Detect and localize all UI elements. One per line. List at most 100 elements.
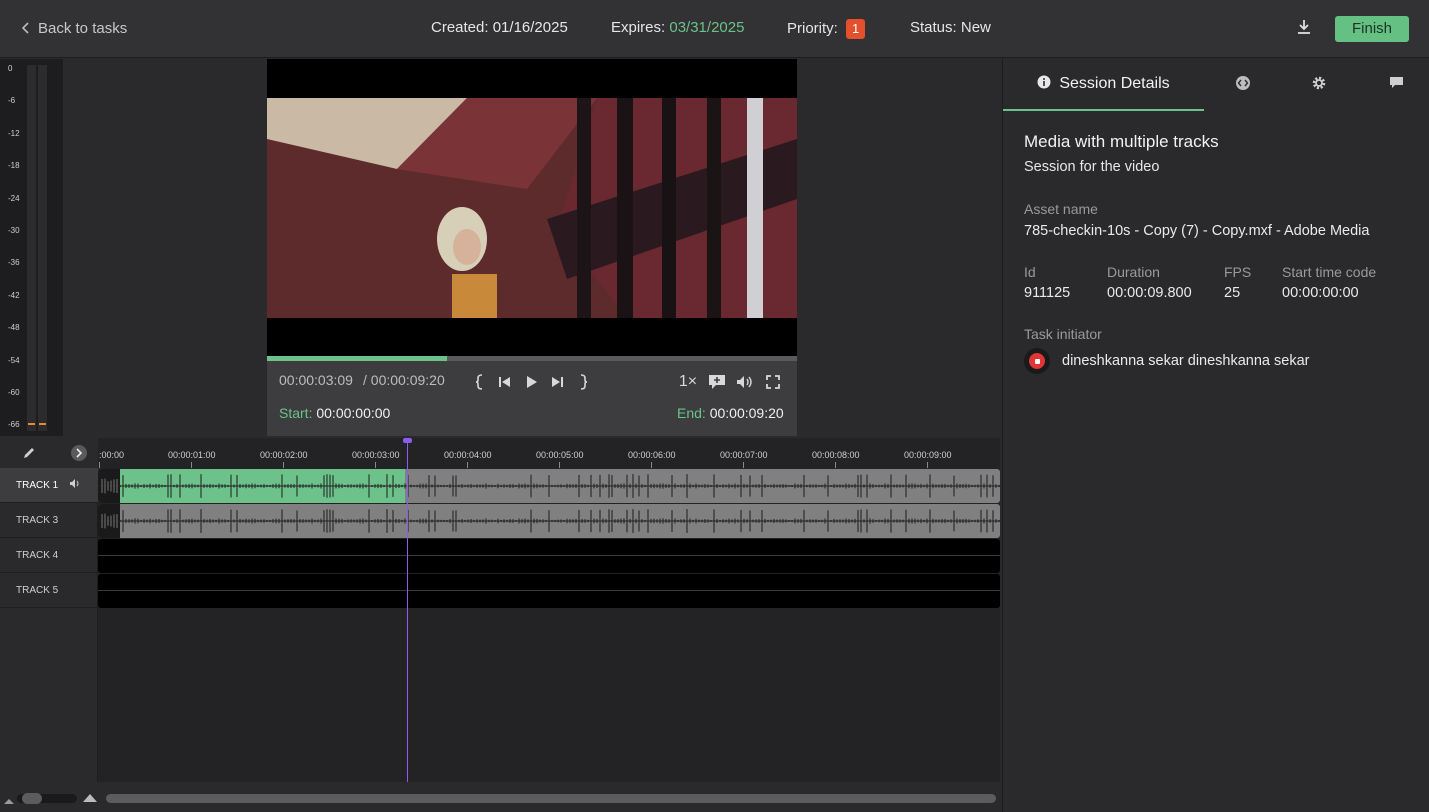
total-time: / 00:00:09:20	[363, 372, 445, 388]
player-controls: 00:00:03:09 / 00:00:09:20 1× Start: 00:0…	[267, 361, 797, 436]
video-frame[interactable]	[267, 59, 797, 357]
fullscreen-icon[interactable]	[764, 373, 782, 391]
horizontal-scrollbar[interactable]	[106, 794, 996, 803]
meter-tick-label: -48	[8, 323, 20, 333]
start-time-code-label: Start time code	[1282, 264, 1377, 280]
status-value: New	[960, 19, 991, 36]
panel-tabs: Session Details	[1003, 59, 1429, 111]
timeline-scroll-area	[0, 782, 1000, 812]
meter-tick-label: -6	[8, 96, 16, 106]
top-bar: Back to tasks Created: 01/16/2025 Expire…	[0, 0, 1429, 58]
ruler-label: 00:00:09:00	[904, 450, 952, 460]
session-subtitle: Session for the video	[1024, 159, 1160, 175]
tab-session-details-label: Session Details	[1059, 75, 1170, 92]
start-marker: Start: 00:00:00:00	[279, 405, 390, 421]
meter-peak	[39, 423, 46, 425]
status-info: Status: New	[910, 19, 991, 36]
gear-icon	[1311, 75, 1327, 96]
playhead[interactable]	[407, 440, 408, 782]
volume-icon[interactable]	[736, 373, 754, 391]
zoom-in-icon[interactable]	[83, 790, 97, 808]
back-to-tasks-link[interactable]: Back to tasks	[21, 20, 128, 37]
mark-in-icon[interactable]	[471, 373, 489, 391]
track-lanes[interactable]	[98, 468, 1000, 782]
expand-arrow-icon[interactable]	[71, 445, 87, 461]
track-label[interactable]: TRACK 4	[0, 538, 98, 573]
ruler-label: 00:00:02:00	[260, 450, 308, 460]
tab-session-details[interactable]: Session Details	[1003, 59, 1204, 111]
step-back-icon[interactable]	[496, 373, 514, 391]
ruler-label: 00:00:06:00	[628, 450, 676, 460]
download-button[interactable]	[1293, 18, 1315, 40]
waveform	[98, 504, 1000, 538]
expires-label: Expires:	[611, 19, 666, 36]
avatar	[1024, 348, 1050, 374]
info-icon	[1037, 75, 1051, 94]
created-label: Created:	[431, 19, 489, 36]
finish-button[interactable]: Finish	[1335, 16, 1409, 42]
duration-label: Duration	[1107, 264, 1160, 280]
status-label: Status:	[910, 19, 957, 36]
tab-code[interactable]	[1223, 59, 1263, 111]
ruler-label: 00:00:04:00	[444, 450, 492, 460]
play-icon[interactable]	[522, 373, 540, 391]
chevron-left-icon	[21, 21, 30, 37]
created-value: 01/16/2025	[492, 19, 568, 36]
track-label[interactable]: TRACK 3	[0, 503, 98, 538]
track-lane[interactable]	[98, 574, 1000, 608]
meter-right-channel	[38, 65, 47, 431]
timeline-toolbar	[0, 438, 98, 468]
meter-tick-label: -12	[8, 128, 20, 138]
task-initiator-label: Task initiator	[1024, 326, 1102, 342]
track-lane-line	[98, 555, 1000, 556]
expires-value: 03/31/2025	[669, 19, 745, 36]
end-value: 00:00:09:20	[709, 405, 784, 421]
chat-icon	[1389, 76, 1404, 94]
meter-tick-label: -42	[8, 290, 20, 300]
priority-badge: 1	[846, 19, 866, 39]
meter-tick-label: 0	[8, 64, 13, 73]
track-label[interactable]: TRACK 5	[0, 573, 98, 608]
pencil-icon[interactable]	[22, 446, 36, 465]
video-still	[267, 59, 797, 357]
comment-add-icon[interactable]	[708, 373, 726, 391]
duration-value: 00:00:09.800	[1107, 285, 1192, 301]
tab-settings[interactable]	[1299, 59, 1339, 111]
track-lane[interactable]	[98, 469, 1000, 503]
track-lane[interactable]	[98, 504, 1000, 538]
waveform	[98, 469, 1000, 503]
track-lane[interactable]	[98, 539, 1000, 573]
track-label[interactable]: TRACK 1	[0, 468, 98, 503]
end-marker: End: 00:00:09:20	[677, 405, 784, 421]
track-name: TRACK 3	[16, 515, 59, 526]
step-forward-icon[interactable]	[548, 373, 566, 391]
track-lane-line	[98, 590, 1000, 591]
volume-icon[interactable]	[70, 468, 81, 503]
start-label: Start:	[279, 405, 313, 421]
ruler-label: 00:00:05:00	[536, 450, 584, 460]
meter-tick-label: -18	[8, 161, 20, 171]
meter-left-channel	[27, 65, 36, 431]
timeline-ruler[interactable]: :00:00 00:00:01:00 00:00:02:00 00:00:03:00 0…	[98, 438, 1000, 468]
back-label: Back to tasks	[38, 20, 128, 37]
zoom-out-icon[interactable]	[4, 792, 14, 810]
ruler-label: 00:00:08:00	[812, 450, 860, 460]
track-name: TRACK 1	[16, 480, 59, 491]
current-time: 00:00:03:09	[279, 372, 353, 388]
track-labels: TRACK 1 TRACK 3 TRACK 4 TRACK 5	[0, 468, 98, 782]
download-icon	[1296, 19, 1312, 40]
tab-comments[interactable]	[1376, 59, 1416, 111]
meter-peak	[28, 423, 35, 425]
ruler-label: 00:00:01:00	[168, 450, 216, 460]
created-info: Created: 01/16/2025	[431, 19, 568, 36]
priority-info: Priority: 1	[787, 19, 866, 39]
zoom-slider-knob[interactable]	[22, 793, 42, 804]
session-title: Media with multiple tracks	[1024, 132, 1219, 151]
id-value: 911125	[1024, 285, 1071, 301]
asset-name-label: Asset name	[1024, 201, 1098, 217]
playback-speed[interactable]: 1×	[677, 373, 699, 391]
mark-out-icon[interactable]	[574, 373, 592, 391]
meter-tick-label: -60	[8, 388, 20, 397]
expires-info: Expires: 03/31/2025	[611, 19, 744, 36]
priority-label: Priority:	[787, 20, 838, 37]
